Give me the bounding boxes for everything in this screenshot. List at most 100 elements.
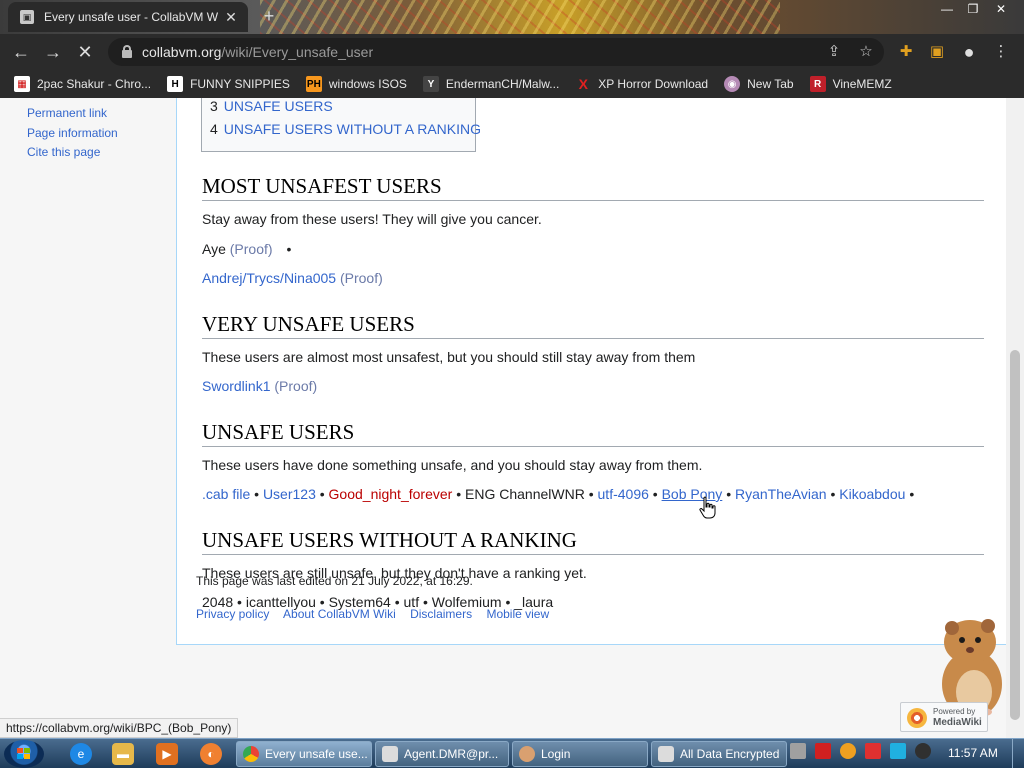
user-link[interactable]: utf-4096 bbox=[598, 486, 649, 502]
separator: • bbox=[652, 486, 658, 502]
user-entry: Swordlink1 (Proof) bbox=[202, 378, 317, 394]
page-viewport: Permanent link Page information Cite thi… bbox=[0, 98, 1006, 738]
forward-arrow-icon[interactable]: → bbox=[42, 41, 64, 63]
proof-link[interactable]: (Proof) bbox=[340, 270, 383, 286]
bookmark-item[interactable]: H FUNNY SNIPPIES bbox=[167, 76, 290, 92]
browser-toolbar: ← → ✕ collabvm.org/wiki/Every_unsafe_use… bbox=[0, 34, 1024, 70]
restore-icon[interactable]: ❐ bbox=[962, 0, 984, 20]
tab-close-icon[interactable]: ✕ bbox=[222, 9, 240, 26]
permanent-link[interactable]: Permanent link bbox=[27, 104, 118, 124]
bookmark-star-icon[interactable]: ☆ bbox=[856, 42, 876, 62]
system-tray bbox=[790, 743, 940, 759]
section-heading-without-ranking: UNSAFE USERS WITHOUT A RANKING bbox=[202, 527, 984, 555]
user-name: ENG ChannelWNR bbox=[465, 486, 585, 502]
toc-item[interactable]: 3 UNSAFE USERS bbox=[210, 98, 333, 114]
lock-icon bbox=[122, 45, 132, 58]
tray-network-icon[interactable] bbox=[890, 743, 906, 759]
sidebar-tools: Permanent link Page information Cite thi… bbox=[27, 104, 118, 163]
taskbar-item-agent[interactable]: Agent.DMR@pr... bbox=[375, 741, 509, 767]
cite-this-page-link[interactable]: Cite this page bbox=[27, 143, 118, 163]
bookmark-item[interactable]: X XP Horror Download bbox=[575, 76, 709, 92]
user-entry: Andrej/Trycs/Nina005 (Proof) bbox=[202, 270, 383, 286]
firefox-icon[interactable]: ◐ bbox=[200, 743, 222, 765]
tab-title: Every unsafe user - CollabVM W bbox=[44, 10, 219, 24]
user-list-unsafe: .cab file • User123 • Good_night_forever… bbox=[202, 486, 914, 502]
tab-favicon-icon: ▣ bbox=[20, 10, 34, 24]
user-link[interactable]: .cab file bbox=[202, 486, 250, 502]
user-entry: Aye (Proof) • bbox=[202, 241, 291, 257]
powered-by-mediawiki-badge[interactable]: Powered by MediaWiki bbox=[900, 702, 988, 732]
privacy-policy-link[interactable]: Privacy policy bbox=[196, 607, 269, 621]
user-link[interactable]: Andrej/Trycs/Nina005 bbox=[202, 270, 336, 286]
proof-link[interactable]: (Proof) bbox=[274, 378, 317, 394]
about-link[interactable]: About CollabVM Wiki bbox=[283, 607, 396, 621]
bookmark-item[interactable]: R VineMEMZ bbox=[809, 76, 892, 92]
page-information-link[interactable]: Page information bbox=[27, 124, 118, 144]
disclaimers-link[interactable]: Disclaimers bbox=[410, 607, 472, 621]
status-bar-url: https://collabvm.org/wiki/BPC_(Bob_Pony) bbox=[0, 718, 239, 738]
chrome-icon bbox=[243, 746, 259, 762]
separator: • bbox=[726, 486, 732, 502]
separator: • bbox=[909, 486, 915, 502]
toc-item[interactable]: 4 UNSAFE USERS WITHOUT A RANKING bbox=[210, 121, 481, 137]
start-button[interactable] bbox=[4, 740, 44, 768]
back-arrow-icon[interactable]: ← bbox=[10, 41, 32, 63]
section-heading-very-unsafe: VERY UNSAFE USERS bbox=[202, 311, 984, 339]
last-edited-note: This page was last edited on 21 July 202… bbox=[196, 574, 473, 588]
address-bar[interactable]: collabvm.org/wiki/Every_unsafe_user ⇪ ☆ bbox=[108, 38, 884, 66]
h-logo-icon: H bbox=[167, 76, 184, 92]
proof-link[interactable]: (Proof) bbox=[230, 241, 273, 257]
section-intro: These users have done something unsafe, … bbox=[202, 457, 703, 473]
tray-volume-icon[interactable] bbox=[915, 743, 931, 759]
separator: • bbox=[456, 486, 462, 502]
bookmark-item[interactable]: Y EndermanCH/Malw... bbox=[422, 76, 559, 92]
bookmark-item[interactable]: PH windows ISOS bbox=[305, 76, 407, 92]
bookmarks-bar: ▦ 2pac Shakur - Chro... H FUNNY SNIPPIES… bbox=[0, 70, 1024, 98]
separator: • bbox=[830, 486, 836, 502]
separator: • bbox=[319, 486, 325, 502]
browser-tab[interactable]: ▣ Every unsafe user - CollabVM W ✕ bbox=[8, 2, 248, 32]
user-link[interactable]: Kikoabdou bbox=[839, 486, 905, 502]
section-heading-most-unsafest: MOST UNSAFEST USERS bbox=[202, 173, 984, 201]
extensions-puzzle-icon[interactable]: ✚ bbox=[895, 41, 917, 63]
taskbar-item-login[interactable]: Login bbox=[512, 741, 648, 767]
menu-kebab-icon[interactable]: ⋮ bbox=[990, 41, 1012, 63]
browser-tabstrip: ▣ Every unsafe user - CollabVM W ✕ + — ❐… bbox=[0, 0, 1024, 34]
folder-icon[interactable]: ▬ bbox=[112, 743, 134, 765]
media-player-icon[interactable]: ▶ bbox=[156, 743, 178, 765]
internet-explorer-icon[interactable]: e bbox=[70, 743, 92, 765]
minimize-icon[interactable]: — bbox=[936, 0, 958, 20]
tray-app-icon[interactable] bbox=[790, 743, 806, 759]
taskbar-item-chrome[interactable]: Every unsafe use... bbox=[236, 741, 372, 767]
page-scrollbar[interactable] bbox=[1006, 98, 1024, 738]
user-link[interactable]: RyanTheAvian bbox=[735, 486, 827, 502]
taskbar-item-encrypted[interactable]: All Data Encrypted bbox=[651, 741, 787, 767]
url-text: collabvm.org/wiki/Every_unsafe_user bbox=[142, 44, 374, 60]
globe-icon: ◉ bbox=[724, 76, 741, 92]
user-link[interactable]: User123 bbox=[263, 486, 316, 502]
profile-avatar-icon[interactable]: ● bbox=[958, 41, 980, 63]
ph-logo-icon: PH bbox=[305, 76, 322, 92]
bookmark-item[interactable]: ◉ New Tab bbox=[724, 76, 794, 92]
user-link-missing[interactable]: Good_night_forever bbox=[329, 486, 453, 502]
new-tab-button[interactable]: + bbox=[258, 6, 280, 27]
table-of-contents: 3 UNSAFE USERS 4 UNSAFE USERS WITHOUT A RA… bbox=[201, 98, 481, 152]
taskbar-clock[interactable]: 11:57 AM bbox=[948, 746, 998, 760]
tray-flag-icon[interactable] bbox=[865, 743, 881, 759]
section-intro: These users are almost most unsafest, bu… bbox=[202, 349, 696, 365]
windows-taskbar: e ▬ ▶ ◐ Every unsafe use... Agent.DMR@pr… bbox=[0, 738, 1024, 768]
side-panel-icon[interactable]: ▣ bbox=[926, 41, 948, 63]
show-desktop-button[interactable] bbox=[1012, 739, 1024, 768]
tray-v-icon[interactable] bbox=[815, 743, 831, 759]
section-heading-unsafe: UNSAFE USERS bbox=[202, 419, 984, 447]
mobile-view-link[interactable]: Mobile view bbox=[486, 607, 549, 621]
windows-logo-icon bbox=[17, 748, 31, 760]
close-window-icon[interactable]: ✕ bbox=[990, 0, 1012, 20]
scrollbar-thumb[interactable] bbox=[1010, 350, 1020, 720]
share-icon[interactable]: ⇪ bbox=[824, 42, 844, 62]
stop-loading-icon[interactable]: ✕ bbox=[74, 41, 96, 63]
bookmark-item[interactable]: ▦ 2pac Shakur - Chro... bbox=[14, 76, 151, 92]
tray-search-icon[interactable] bbox=[840, 743, 856, 759]
separator: • bbox=[254, 486, 260, 502]
user-link[interactable]: Swordlink1 bbox=[202, 378, 270, 394]
